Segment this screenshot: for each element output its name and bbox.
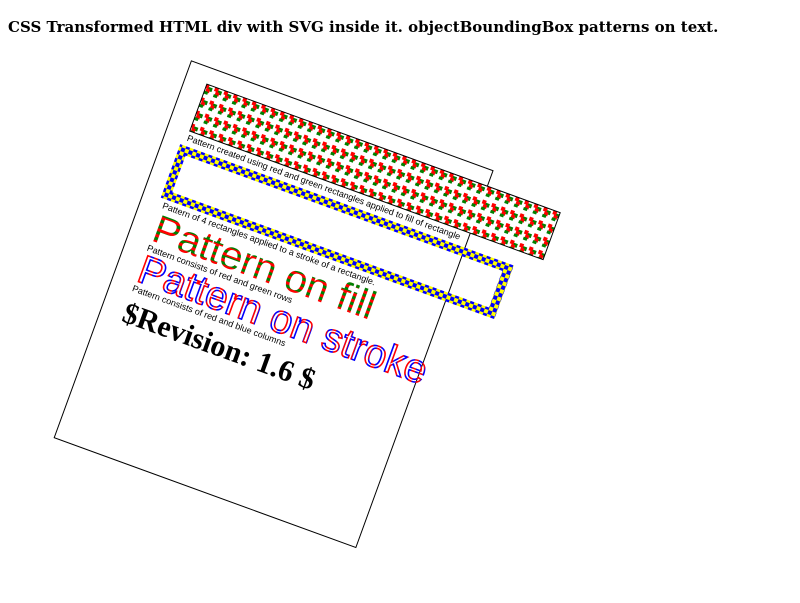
transformed-div: Pattern created using red and green rect… [53,60,561,549]
svg-canvas: Pattern created using red and green rect… [118,83,561,397]
page-heading: CSS Transformed HTML div with SVG inside… [8,18,719,36]
